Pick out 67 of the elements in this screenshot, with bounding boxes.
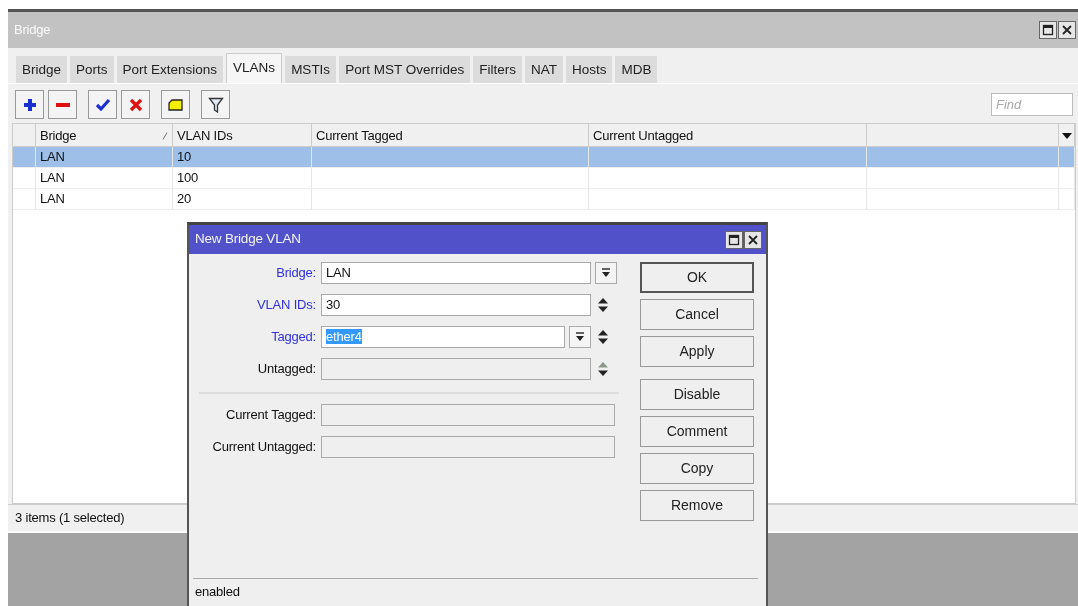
close-icon <box>1061 24 1073 36</box>
check-icon <box>94 96 111 113</box>
table-cell: LAN <box>36 147 173 168</box>
tab[interactable]: Filters <box>473 56 522 83</box>
field-label: Bridge: <box>275 264 317 283</box>
table-cell: LAN <box>36 168 173 189</box>
dropdown-button[interactable] <box>569 326 591 348</box>
table-cell: 10 <box>173 147 312 168</box>
maximize-button[interactable] <box>725 230 743 249</box>
dialog-title: New Bridge VLAN <box>195 230 301 249</box>
tab[interactable]: MDB <box>615 56 658 83</box>
disable-button[interactable] <box>121 90 150 119</box>
dropdown-icon <box>601 268 611 278</box>
close-icon <box>747 233 759 246</box>
input-field[interactable]: LAN <box>321 262 591 284</box>
dialog-button[interactable]: OK <box>640 262 754 293</box>
field-label: Current Untagged: <box>211 438 317 457</box>
comment-button[interactable] <box>161 90 190 119</box>
table-cell: LAN <box>36 189 173 210</box>
spinner-icon <box>597 329 609 345</box>
remove-button[interactable] <box>48 90 77 119</box>
dialog-status: enabled <box>193 578 758 606</box>
maximize-button[interactable] <box>1039 21 1057 39</box>
table-row[interactable]: LAN 100 <box>13 168 1075 189</box>
maximize-icon <box>1042 24 1054 36</box>
sort-icon <box>162 131 168 140</box>
close-button[interactable] <box>1058 21 1076 39</box>
tab[interactable]: Port Extensions <box>116 56 224 83</box>
dialog-button[interactable]: Comment <box>640 416 754 447</box>
note-icon <box>167 96 184 113</box>
tab[interactable]: Hosts <box>565 56 613 83</box>
cross-icon <box>127 96 144 113</box>
dialog-button[interactable]: Remove <box>640 490 754 521</box>
find-field[interactable]: Find <box>991 93 1073 116</box>
field-label: Current Tagged: <box>225 406 317 425</box>
table-row[interactable]: LAN 10 <box>13 147 1075 168</box>
minus-icon <box>55 102 70 107</box>
tab[interactable]: MSTIs <box>285 56 337 83</box>
add-button[interactable] <box>15 90 44 119</box>
field-label: Untagged: <box>256 360 317 379</box>
dialog-button[interactable]: Apply <box>640 336 754 367</box>
filter-icon <box>207 96 224 113</box>
table-cell: 20 <box>173 189 312 210</box>
table-cell: 100 <box>173 168 312 189</box>
window-title: Bridge <box>14 21 51 40</box>
field-label: VLAN IDs: <box>256 296 317 315</box>
maximize-icon <box>728 233 740 246</box>
tab[interactable]: Port MST Overrides <box>339 56 471 83</box>
dropdown-icon <box>1061 132 1072 139</box>
enable-button[interactable] <box>88 90 117 119</box>
tab[interactable]: Ports <box>70 56 114 83</box>
dropdown-icon <box>575 332 585 342</box>
plus-icon <box>21 96 38 113</box>
input-field[interactable]: 30 <box>321 294 591 316</box>
spinner-icon <box>597 297 609 313</box>
tab[interactable]: VLANs <box>226 53 283 83</box>
tab[interactable]: Bridge <box>16 56 68 83</box>
dialog-button[interactable]: Cancel <box>640 299 754 330</box>
filter-button[interactable] <box>201 90 230 119</box>
dropdown-button[interactable] <box>595 262 617 284</box>
table-row[interactable]: LAN 20 <box>13 189 1075 210</box>
field-label: Tagged: <box>270 328 317 347</box>
tab[interactable]: NAT <box>524 56 563 83</box>
close-button[interactable] <box>744 230 762 249</box>
dialog-button[interactable]: Copy <box>640 453 754 484</box>
spinner-icon <box>597 361 609 377</box>
dialog-button[interactable]: Disable <box>640 379 754 410</box>
